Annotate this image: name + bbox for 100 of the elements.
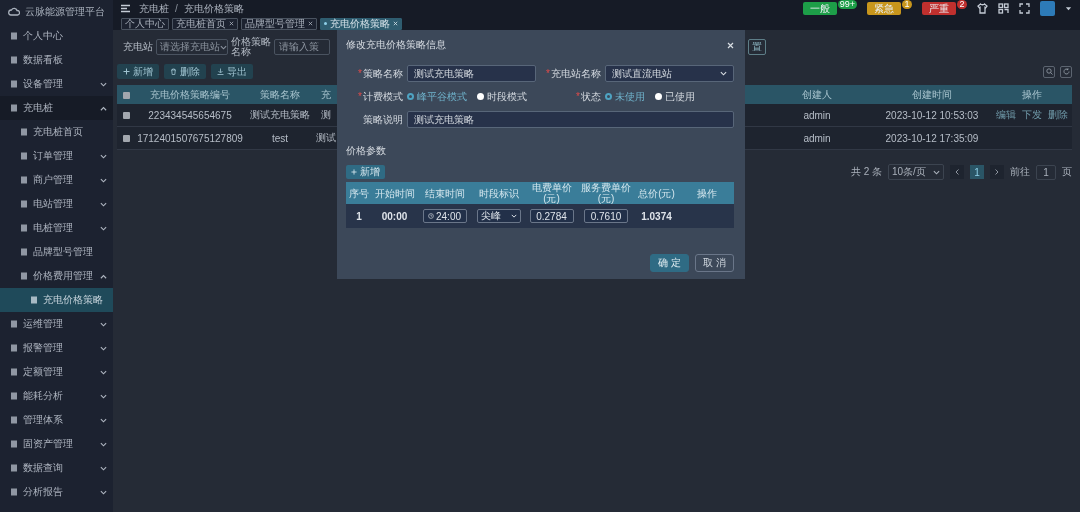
field-label: *状态 — [575, 89, 601, 104]
chevron-down-icon — [220, 44, 227, 50]
table-cell: 1712401507675127809 — [137, 132, 243, 144]
chevron-down-icon — [720, 71, 727, 76]
action-link[interactable]: 下发 — [1022, 108, 1042, 122]
chevron-up-icon — [100, 105, 107, 111]
table-cell: admin — [803, 109, 831, 121]
table-cell: 测 — [321, 109, 331, 120]
page-button[interactable]: 1 — [970, 165, 984, 179]
column-header: 服务费单价(元) — [581, 182, 631, 204]
page-tab[interactable]: 个人中心 — [121, 17, 169, 30]
sidebar-item[interactable]: 设备管理 — [0, 72, 113, 96]
column-header: 结束时间 — [424, 187, 465, 199]
checkbox[interactable] — [122, 112, 130, 120]
table-cell: 00:00 — [381, 210, 408, 222]
reset-button[interactable]: 置 — [748, 39, 766, 55]
close-icon — [393, 21, 398, 26]
add-button[interactable]: 新增 — [346, 165, 385, 179]
name-input[interactable]: 请输入策 — [274, 39, 330, 55]
sidebar-item[interactable]: 固资产管理 — [0, 432, 113, 456]
action-link[interactable]: 删除 — [1048, 108, 1068, 122]
chevron-down-icon — [100, 177, 107, 183]
cancel-button[interactable]: 取 消 — [695, 254, 734, 272]
sidebar-item[interactable]: 数据查询 — [0, 456, 113, 480]
download-icon — [217, 68, 224, 75]
breadcrumb-item[interactable]: 充电桩 — [139, 1, 169, 16]
sidebar-item[interactable]: 个人中心 — [0, 24, 113, 48]
sidebar-item[interactable]: 充电桩首页 — [0, 120, 113, 144]
close-icon — [229, 21, 234, 26]
count-badge: 2 — [957, 0, 967, 9]
field-label: 策略说明 — [362, 112, 403, 127]
fullscreen-icon[interactable] — [1019, 3, 1030, 14]
radio-option[interactable]: 时段模式 — [477, 89, 527, 104]
sidebar-item[interactable]: 报警管理 — [0, 336, 113, 360]
chevron-left-icon — [955, 169, 959, 175]
price-field[interactable]: 0.2784 — [529, 209, 574, 223]
textarea-field[interactable]: 测试充电策略 — [407, 111, 734, 128]
chevron-down-icon — [510, 213, 517, 219]
action-link[interactable]: 编辑 — [996, 108, 1016, 122]
table-cell: 2023-10-12 10:53:03 — [885, 109, 979, 121]
sidebar-item[interactable]: 电桩管理 — [0, 216, 113, 240]
field-label: *策略名称 — [357, 66, 403, 81]
toolbar-button[interactable]: 删除 — [164, 64, 206, 79]
plus-icon — [123, 68, 130, 75]
select-field[interactable]: 测试直流电站 — [605, 65, 734, 82]
shirt-icon[interactable] — [977, 3, 988, 14]
radio-option[interactable]: 未使用 — [605, 89, 645, 104]
column-header: 创建时间 — [912, 88, 952, 100]
text-field[interactable]: 测试充电策略 — [407, 65, 536, 82]
page-tab[interactable]: 充电桩首页 — [172, 17, 238, 30]
count-badge: 99+ — [837, 0, 857, 9]
chevron-down-icon — [100, 201, 107, 207]
checkbox[interactable] — [122, 91, 130, 99]
trash-icon — [170, 68, 177, 75]
page-tab[interactable]: 充电价格策略 — [320, 17, 402, 30]
sidebar-item[interactable]: 订单管理 — [0, 144, 113, 168]
column-header: 创建人 — [802, 88, 832, 100]
search-button[interactable] — [1043, 65, 1055, 78]
caret-icon[interactable] — [1065, 6, 1072, 11]
refresh-button[interactable] — [1060, 65, 1072, 78]
confirm-button[interactable]: 确 定 — [650, 254, 690, 272]
search-icon — [1045, 68, 1053, 75]
sidebar-item[interactable]: 能耗分析 — [0, 384, 113, 408]
table-cell: 1.0374 — [641, 210, 672, 222]
field-label: *充电站名称 — [545, 66, 601, 81]
close-icon[interactable] — [727, 41, 734, 49]
filter-label: 充电站 — [123, 40, 153, 54]
sidebar-item[interactable]: 充电价格策略 — [0, 288, 113, 312]
next-page-button[interactable] — [990, 165, 1004, 179]
price-field[interactable]: 0.7610 — [584, 209, 628, 223]
qr-code-icon[interactable] — [998, 3, 1009, 14]
sidebar-item[interactable]: 管理体系 — [0, 408, 113, 432]
chevron-down-icon — [100, 153, 107, 159]
sidebar-item[interactable]: 定额管理 — [0, 360, 113, 384]
menu-icon[interactable] — [120, 3, 131, 14]
chevron-down-icon — [100, 393, 107, 399]
station-select[interactable]: 请选择充电站 — [156, 39, 228, 55]
prev-page-button[interactable] — [950, 165, 964, 179]
page-tab[interactable]: 品牌型号管理 — [241, 17, 317, 30]
checkbox[interactable] — [122, 135, 130, 143]
chevron-down-icon — [100, 345, 107, 351]
page-input[interactable]: 1 — [1036, 164, 1056, 180]
sidebar-item[interactable]: 品牌型号管理 — [0, 240, 113, 264]
sidebar-item[interactable]: 商户管理 — [0, 168, 113, 192]
time-field[interactable]: 24:00 — [422, 209, 467, 223]
sidebar-item[interactable]: 电站管理 — [0, 192, 113, 216]
sidebar-item[interactable]: 价格费用管理 — [0, 264, 113, 288]
plus-icon — [351, 169, 357, 175]
sidebar-item[interactable]: 分析报告 — [0, 480, 113, 504]
radio-option[interactable]: 峰平谷模式 — [407, 89, 467, 104]
sidebar-item[interactable]: 运维管理 — [0, 312, 113, 336]
sidebar-item[interactable]: 数据看板 — [0, 48, 113, 72]
period-select[interactable]: 尖峰 — [476, 209, 521, 223]
sidebar-item[interactable]: 充电桩 — [0, 96, 113, 120]
toolbar-button[interactable]: 新增 — [117, 64, 159, 79]
column-header: 操作 — [696, 187, 717, 199]
radio-option[interactable]: 已使用 — [655, 89, 695, 104]
page-size-select[interactable]: 10条/页 — [888, 164, 944, 180]
toolbar-button[interactable]: 导出 — [211, 64, 253, 79]
alert-button[interactable]: 严重 — [922, 2, 956, 15]
